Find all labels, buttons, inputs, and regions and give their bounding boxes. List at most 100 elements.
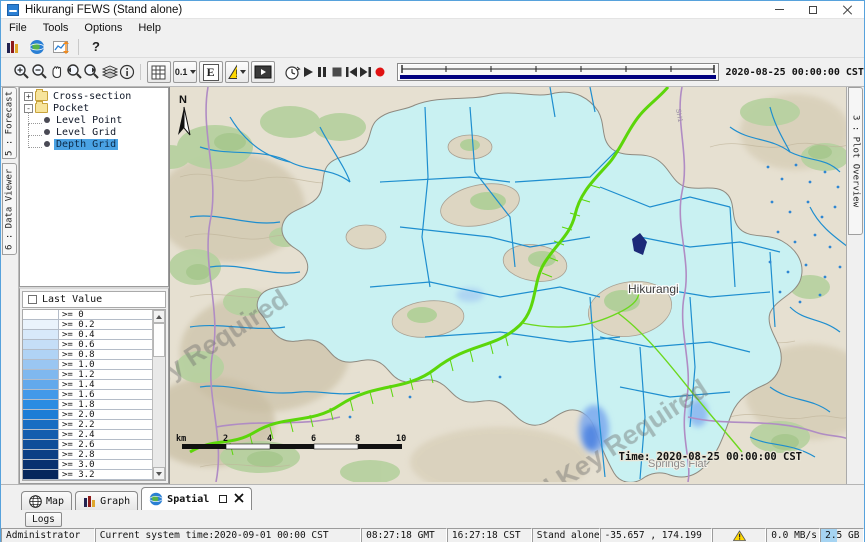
tab-forecast[interactable]: 5 : Forecast bbox=[2, 87, 17, 159]
title-bar: Hikurangi FEWS (Stand alone) bbox=[1, 1, 864, 19]
legend-row: >= 2.2 bbox=[23, 420, 152, 430]
folder-icon bbox=[35, 91, 48, 101]
database-icon[interactable] bbox=[1, 37, 25, 57]
timeline-slider[interactable] bbox=[397, 63, 719, 81]
status-memory: 2.5 GB bbox=[820, 528, 864, 542]
warning-dropdown[interactable] bbox=[225, 61, 249, 83]
zoom-next-icon[interactable] bbox=[83, 60, 101, 84]
menu-tools[interactable]: Tools bbox=[35, 21, 77, 35]
stop-button[interactable] bbox=[330, 60, 344, 84]
step-forward-button[interactable] bbox=[359, 60, 373, 84]
menu-options[interactable]: Options bbox=[76, 21, 130, 35]
logs-button[interactable]: Logs bbox=[25, 512, 62, 527]
map-viewport[interactable]: API Key Required API Key Required Hikura… bbox=[169, 87, 847, 484]
warning-icon bbox=[733, 530, 746, 541]
legend-row: >= 0.8 bbox=[23, 350, 152, 360]
last-value-checkbox[interactable] bbox=[28, 295, 37, 304]
label-button[interactable]: E bbox=[199, 61, 223, 83]
tab-map[interactable]: Map bbox=[21, 491, 72, 510]
legend-color bbox=[23, 420, 59, 429]
svg-text:2: 2 bbox=[223, 434, 228, 444]
tree-item-level-grid[interactable]: Level Grid bbox=[20, 126, 168, 138]
legend-row: >= 0.6 bbox=[23, 340, 152, 350]
status-bandwidth: 0.0 MB/s bbox=[766, 528, 820, 542]
legend-row: >= 1.0 bbox=[23, 360, 152, 370]
animation-button[interactable] bbox=[251, 61, 275, 83]
timer-icon[interactable] bbox=[284, 60, 301, 84]
tree-item-depth-grid[interactable]: Depth Grid bbox=[20, 138, 168, 150]
left-panel: + Cross-section - Pocket Level Point bbox=[18, 87, 169, 484]
record-button[interactable] bbox=[373, 60, 387, 84]
tab-plot-overview[interactable]: 3 : Plot Overview bbox=[848, 87, 863, 235]
play-button[interactable] bbox=[301, 60, 315, 84]
help-icon[interactable]: ? bbox=[84, 39, 108, 54]
legend-row: >= 0 bbox=[23, 310, 152, 320]
svg-text:8: 8 bbox=[355, 434, 360, 444]
status-local-time: 16:27:18 CST bbox=[447, 528, 532, 542]
scroll-down-icon[interactable] bbox=[153, 467, 165, 480]
legend-row: >= 1.8 bbox=[23, 400, 152, 410]
legend-color bbox=[23, 340, 59, 349]
legend-row: >= 2.6 bbox=[23, 440, 152, 450]
maximize-button[interactable] bbox=[796, 1, 830, 18]
pause-button[interactable] bbox=[315, 60, 329, 84]
status-warning-cell[interactable] bbox=[712, 528, 766, 542]
bullet-icon bbox=[44, 141, 50, 147]
status-coordinates: -35.657 , 174.199 bbox=[600, 528, 713, 542]
close-button[interactable] bbox=[830, 1, 864, 18]
legend-color bbox=[23, 440, 59, 449]
wire-globe-icon bbox=[29, 495, 42, 508]
menu-bar: File Tools Options Help bbox=[1, 19, 864, 36]
legend-row: >= 3.2 bbox=[23, 470, 152, 480]
tab-data-viewer[interactable]: 6 : Data Viewer bbox=[2, 163, 17, 255]
legend-color bbox=[23, 310, 59, 319]
info-icon[interactable] bbox=[119, 60, 135, 84]
status-system-time: Current system time:2020-09-01 00:00 CST bbox=[95, 528, 361, 542]
menu-help[interactable]: Help bbox=[130, 21, 169, 35]
bottom-tab-bar: Map Graph Spatial bbox=[1, 484, 864, 510]
tab-graph[interactable]: Graph bbox=[75, 491, 138, 510]
town-label: Hikurangi bbox=[628, 282, 679, 296]
svg-text:10: 10 bbox=[396, 434, 406, 444]
svg-text:4: 4 bbox=[267, 434, 272, 444]
chevron-down-icon bbox=[240, 70, 246, 74]
legend-color bbox=[23, 360, 59, 369]
tab-spatial[interactable]: Spatial bbox=[141, 487, 252, 510]
step-back-button[interactable] bbox=[344, 60, 358, 84]
application-window: Hikurangi FEWS (Stand alone) File Tools … bbox=[0, 0, 865, 542]
minimize-button[interactable] bbox=[762, 1, 796, 18]
tree-item-pocket[interactable]: - Pocket bbox=[20, 102, 168, 114]
menu-file[interactable]: File bbox=[1, 21, 35, 35]
tree-connector bbox=[28, 136, 42, 148]
svg-text:N: N bbox=[179, 94, 187, 106]
legend-table: >= 0 >= 0.2 >= 0.4 >= 0.6 >= 0.8 >= 1.0 … bbox=[22, 309, 166, 481]
grid-icon[interactable] bbox=[147, 61, 171, 83]
legend-row: >= 2.8 bbox=[23, 450, 152, 460]
last-value-option[interactable]: Last Value bbox=[22, 291, 166, 308]
svg-text:6: 6 bbox=[311, 434, 316, 444]
globe-icon[interactable] bbox=[25, 37, 49, 57]
threshold-interval-button[interactable]: 0.1 bbox=[173, 61, 197, 83]
tree-item-level-point[interactable]: Level Point bbox=[20, 114, 168, 126]
zoom-out-icon[interactable] bbox=[31, 60, 49, 84]
bullet-icon bbox=[44, 117, 50, 123]
bullet-icon bbox=[44, 129, 50, 135]
svg-text:km: km bbox=[176, 434, 186, 444]
timeseries-icon[interactable] bbox=[49, 37, 73, 57]
legend-scrollbar[interactable] bbox=[152, 310, 165, 480]
tab-maximize-icon[interactable] bbox=[219, 495, 227, 503]
interval-value: 0.1 bbox=[175, 67, 188, 77]
scrollbar-thumb[interactable] bbox=[153, 323, 165, 357]
zoom-previous-icon[interactable] bbox=[65, 60, 83, 84]
content-area: 5 : Forecast 6 : Data Viewer + Cross-sec… bbox=[1, 87, 864, 484]
legend-color bbox=[23, 400, 59, 409]
bar-chart-icon bbox=[83, 495, 96, 508]
pan-hand-icon[interactable] bbox=[49, 60, 65, 84]
close-icon bbox=[843, 5, 852, 14]
scroll-up-icon[interactable] bbox=[153, 310, 165, 323]
legend-color bbox=[23, 390, 59, 399]
expand-icon[interactable]: + bbox=[24, 92, 33, 101]
layers-icon[interactable] bbox=[101, 60, 119, 84]
tab-close-icon[interactable] bbox=[234, 493, 244, 506]
zoom-in-icon[interactable] bbox=[13, 60, 31, 84]
